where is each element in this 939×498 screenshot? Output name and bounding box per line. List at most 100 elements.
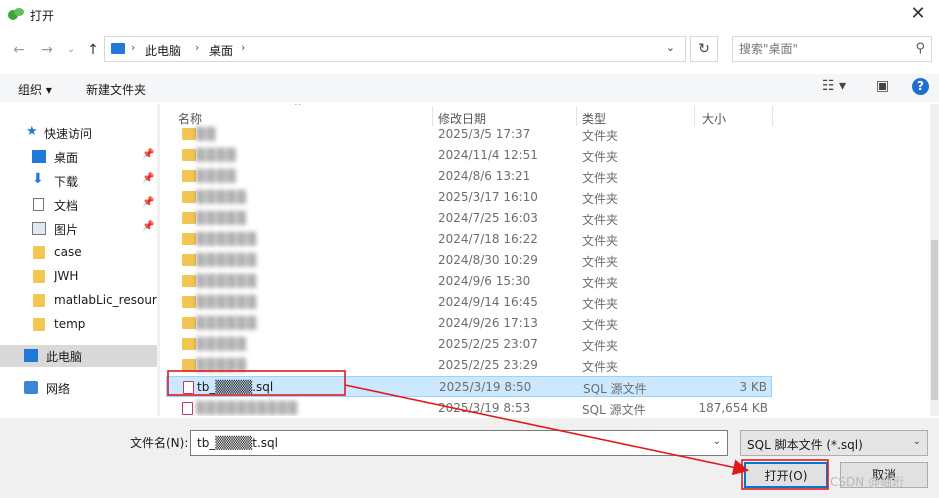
new-folder-button[interactable]: 新建文件夹 xyxy=(86,81,146,98)
sidebar-item-documents[interactable]: 文档 📌 xyxy=(0,194,157,216)
sidebar-item-jwh[interactable]: JWH xyxy=(0,266,157,288)
table-row[interactable]: ▒▒▒▒▒▒ 2024/9/26 17:13 文件夹 xyxy=(166,313,772,334)
computer-icon xyxy=(111,43,125,54)
sort-up-icon: ^ xyxy=(294,104,302,112)
table-row[interactable]: ▒▒▒▒▒ 2025/2/25 23:29 文件夹 xyxy=(166,355,772,376)
column-divider[interactable] xyxy=(432,106,433,126)
file-date: 2024/7/25 16:03 xyxy=(438,211,538,225)
table-row[interactable]: ▒▒▒▒▒▒ 2024/9/14 16:45 文件夹 xyxy=(166,292,772,313)
back-arrow-icon[interactable]: ← xyxy=(10,40,28,60)
document-icon xyxy=(33,198,44,211)
file-type: 文件夹 xyxy=(582,234,619,248)
table-row[interactable]: ▒▒▒▒▒ 2025/2/25 23:07 文件夹 xyxy=(166,334,772,355)
desktop-icon xyxy=(32,150,46,163)
file-name: ▒▒▒▒▒ xyxy=(196,190,248,204)
sidebar-item-label: 此电脑 xyxy=(46,350,83,364)
file-date: 2025/3/19 8:53 xyxy=(438,401,531,415)
forward-arrow-icon[interactable]: → xyxy=(38,40,56,60)
view-options-icon[interactable]: ☷ ▾ xyxy=(822,78,846,94)
download-icon: ⬇ xyxy=(32,171,44,187)
up-arrow-icon[interactable]: ↑ xyxy=(84,40,102,60)
folder-icon xyxy=(182,338,196,350)
table-row[interactable]: ▒▒▒▒▒▒▒▒▒▒ 2025/3/19 8:53 SQL 源文件 187,654 K… xyxy=(166,398,772,416)
refresh-icon[interactable]: ↻ xyxy=(690,36,718,62)
file-name: ▒▒▒▒▒▒▒▒▒▒ xyxy=(196,401,299,415)
breadcrumb-this-pc[interactable]: 此电脑 xyxy=(145,42,181,59)
sidebar-item-downloads[interactable]: ⬇ 下载 📌 xyxy=(0,170,157,192)
sidebar-item-desktop[interactable]: 桌面 📌 xyxy=(0,146,157,168)
file-name: ▒▒▒▒▒▒ xyxy=(196,274,258,288)
file-date: 2025/2/25 23:29 xyxy=(438,358,538,372)
navigation-pane: ★ 快速访问 桌面 📌 ⬇ 下载 📌 文档 📌 图片 📌 case JWH ma… xyxy=(0,104,160,416)
sidebar-item-label: 网络 xyxy=(46,382,71,396)
file-type: 文件夹 xyxy=(582,255,619,269)
file-name: ▒▒▒▒▒ xyxy=(196,358,248,372)
sidebar-item-label: case xyxy=(54,245,82,259)
address-dropdown-icon[interactable]: ⌄ xyxy=(666,41,675,54)
address-bar[interactable]: › 此电脑 › 桌面 › ⌄ xyxy=(104,36,686,62)
organize-button[interactable]: 组织 ▾ xyxy=(18,81,52,98)
sidebar-item-network[interactable]: 网络 xyxy=(0,377,157,399)
sidebar-item-label: 图片 xyxy=(54,223,79,237)
file-list: ^ 名称 修改日期 类型 大小 ▒▒ 2025/3/5 17:37 文件夹 ▒▒▒▒… xyxy=(166,104,930,416)
chevron-down-icon[interactable]: ⌄ xyxy=(713,436,721,447)
sidebar-item-this-pc[interactable]: 此电脑 xyxy=(0,345,157,367)
folder-icon xyxy=(33,318,45,331)
file-date: 2025/3/5 17:37 xyxy=(438,127,531,141)
recent-chevron-icon[interactable]: ⌄ xyxy=(62,40,80,60)
column-divider[interactable] xyxy=(694,106,695,126)
sidebar-item-temp[interactable]: temp xyxy=(0,314,157,336)
column-divider[interactable] xyxy=(772,106,773,126)
sidebar-item-quick-access[interactable]: ★ 快速访问 xyxy=(0,122,157,144)
file-type: 文件夹 xyxy=(582,150,619,164)
search-input[interactable] xyxy=(739,40,899,58)
sidebar-item-case[interactable]: case xyxy=(0,242,157,264)
folder-icon xyxy=(182,170,196,182)
table-row[interactable]: ▒▒▒▒▒ 2025/3/17 16:10 文件夹 xyxy=(166,187,772,208)
close-icon[interactable]: ✕ xyxy=(903,2,933,26)
sidebar-item-matlablic[interactable]: matlabLic_resourc xyxy=(0,290,157,312)
file-date: 2024/7/18 16:22 xyxy=(438,232,538,246)
folder-icon xyxy=(182,275,196,287)
table-row[interactable]: ▒▒▒▒▒ 2024/7/25 16:03 文件夹 xyxy=(166,208,772,229)
chevron-down-icon[interactable]: ⌄ xyxy=(913,436,921,447)
sidebar-scrollbar[interactable] xyxy=(157,104,160,416)
table-row[interactable]: ▒▒▒▒ 2024/11/4 12:51 文件夹 xyxy=(166,145,772,166)
table-row[interactable]: ▒▒▒▒▒▒ 2024/8/30 10:29 文件夹 xyxy=(166,250,772,271)
breadcrumb-desktop[interactable]: 桌面 xyxy=(209,42,233,59)
table-row-selected[interactable]: tb_▒▒▒▒.sql 2025/3/19 8:50 SQL 源文件 3 KB xyxy=(166,376,772,397)
breadcrumb-separator-icon[interactable]: › xyxy=(241,41,245,54)
file-type-select[interactable]: SQL 脚本文件 (*.sql) ⌄ xyxy=(740,430,928,456)
folder-icon xyxy=(182,254,196,266)
sidebar-item-pictures[interactable]: 图片 📌 xyxy=(0,218,157,240)
table-row[interactable]: ▒▒▒▒▒▒ 2024/9/6 15:30 文件夹 xyxy=(166,271,772,292)
open-button[interactable]: 打开(O) xyxy=(744,462,828,488)
file-type: 文件夹 xyxy=(582,318,619,332)
scrollbar-thumb[interactable] xyxy=(931,240,938,400)
pin-icon: 📌 xyxy=(142,149,155,160)
file-name: ▒▒▒▒▒▒ xyxy=(196,316,258,330)
file-type: 文件夹 xyxy=(582,192,619,206)
breadcrumb-separator-icon[interactable]: › xyxy=(195,41,199,54)
file-date: 2025/3/17 16:10 xyxy=(438,190,538,204)
breadcrumb-separator-icon[interactable]: › xyxy=(131,41,135,54)
search-box[interactable]: ⚲ xyxy=(732,36,932,62)
file-date: 2024/9/26 17:13 xyxy=(438,316,538,330)
file-type: 文件夹 xyxy=(582,360,619,374)
sidebar-item-label: 快速访问 xyxy=(44,127,93,141)
table-row[interactable]: ▒▒ 2025/3/5 17:37 文件夹 xyxy=(166,124,772,145)
filename-field[interactable]: tb_▒▒▒▒t.sql ⌄ xyxy=(190,430,728,456)
folder-icon xyxy=(182,296,196,308)
sidebar-item-label: 文档 xyxy=(54,199,79,213)
column-divider[interactable] xyxy=(576,106,577,126)
help-icon[interactable]: ? xyxy=(912,78,929,95)
folder-icon xyxy=(182,128,196,140)
star-icon: ★ xyxy=(26,124,38,139)
pin-icon: 📌 xyxy=(142,173,155,184)
search-icon[interactable]: ⚲ xyxy=(915,41,925,56)
table-row[interactable]: ▒▒▒▒ 2024/8/6 13:21 文件夹 xyxy=(166,166,772,187)
file-type: SQL 源文件 xyxy=(583,382,647,396)
file-date: 2025/3/19 8:50 xyxy=(439,380,532,394)
preview-pane-icon[interactable]: ▣ xyxy=(876,78,889,94)
table-row[interactable]: ▒▒▒▒▒▒ 2024/7/18 16:22 文件夹 xyxy=(166,229,772,250)
